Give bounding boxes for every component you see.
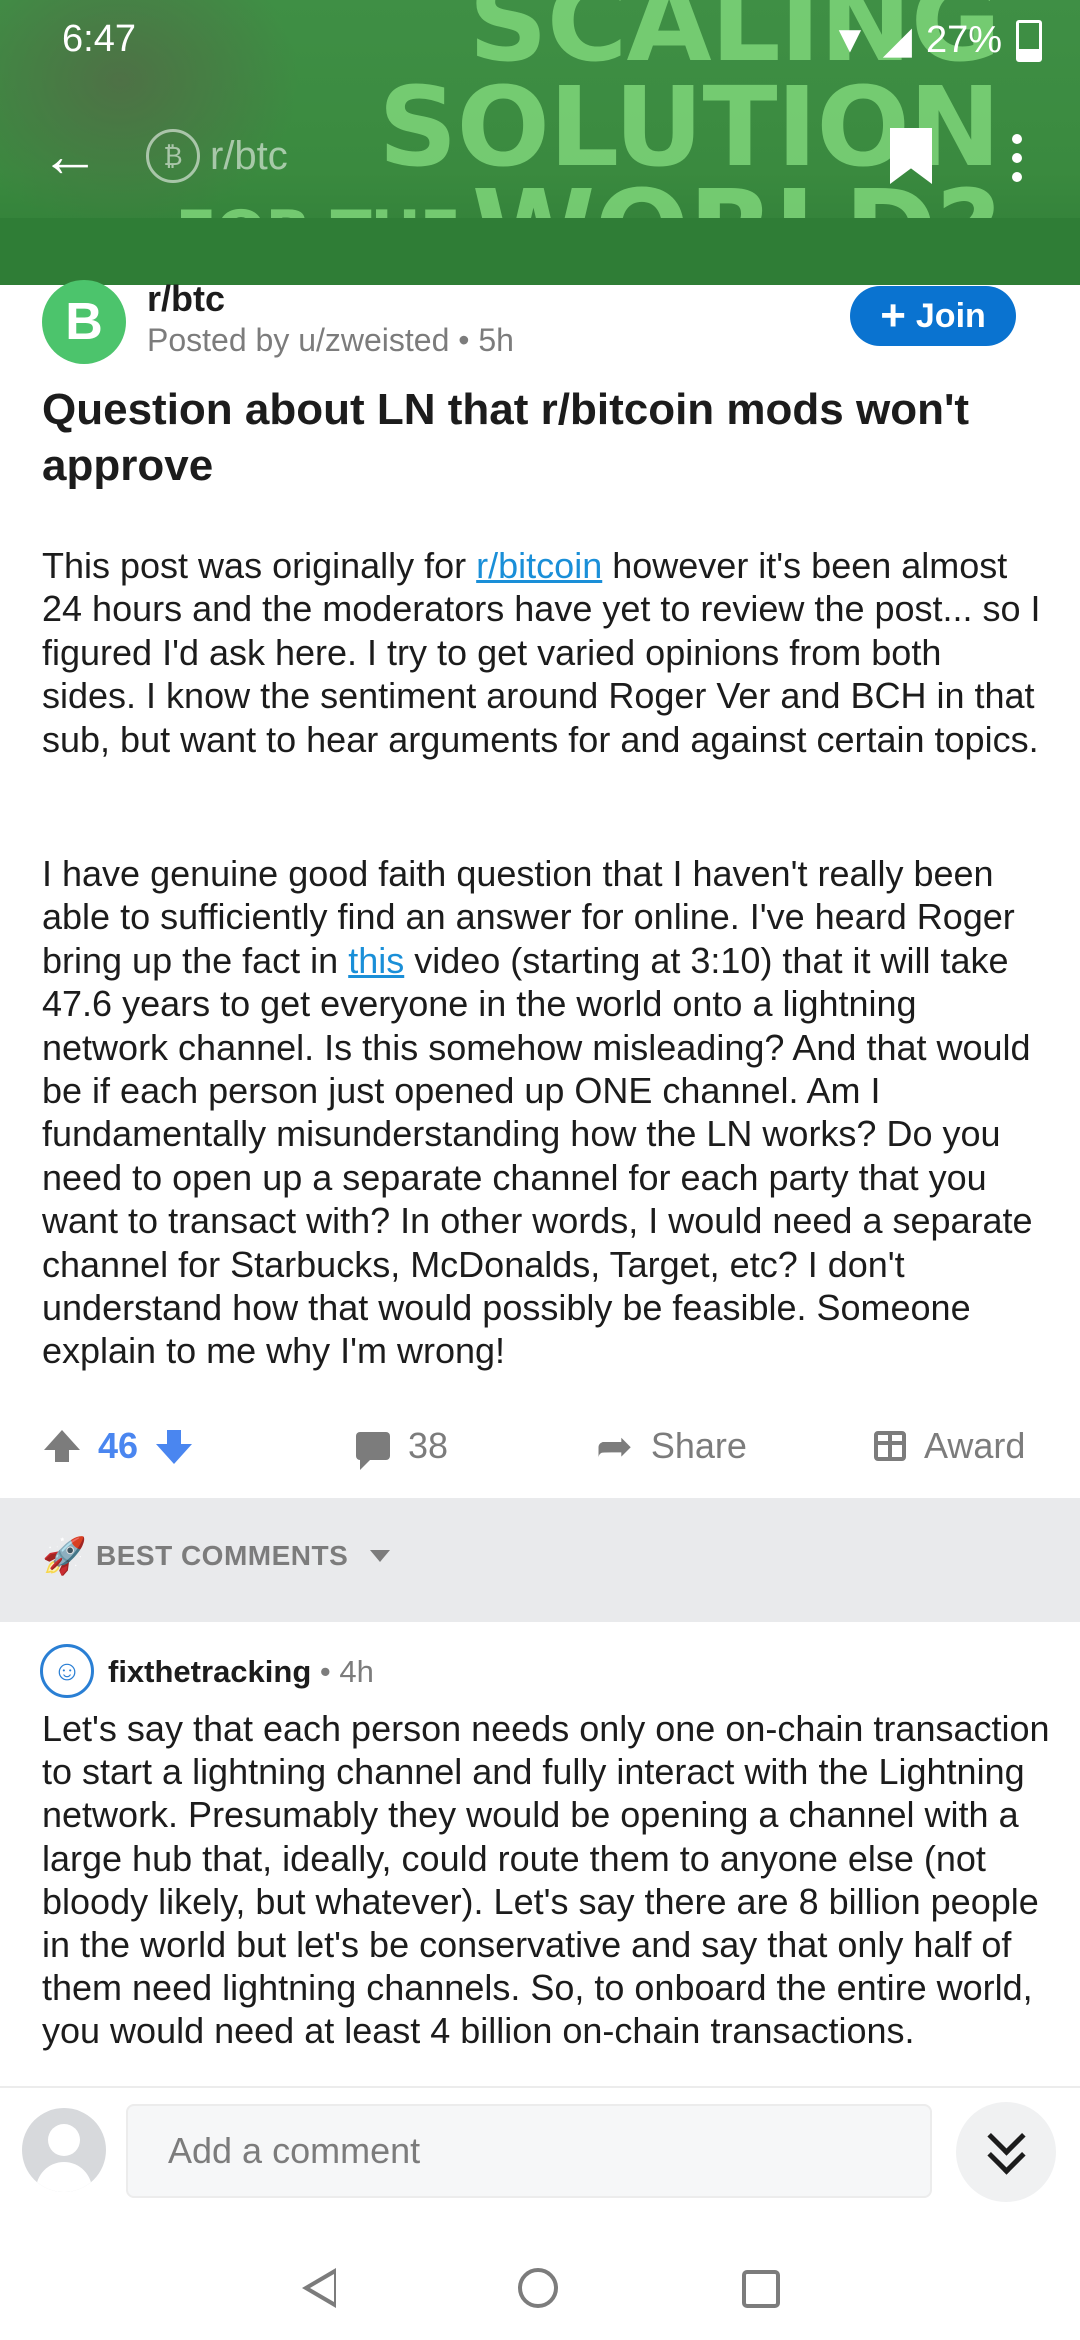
- top-app-bar: ← ₿ r/btc: [0, 110, 1080, 200]
- commenter-username[interactable]: fixthetracking: [108, 1654, 311, 1689]
- post-paragraph-1: This post was originally for r/bitcoin h…: [42, 544, 1042, 761]
- downvote-icon[interactable]: [156, 1430, 193, 1464]
- post-text: video (starting at 3:10) that it will ta…: [42, 939, 1033, 1372]
- bookmark-icon[interactable]: [890, 128, 932, 184]
- more-options-icon[interactable]: [1010, 130, 1024, 190]
- status-icons: ▼ ◢ 27%: [831, 18, 1042, 63]
- subreddit-avatar[interactable]: B: [42, 280, 126, 364]
- comment-icon: [356, 1432, 390, 1470]
- share-icon: ➦: [596, 1421, 633, 1471]
- comment-time: • 4h: [311, 1654, 374, 1689]
- sort-label: BEST COMMENTS: [96, 1540, 349, 1571]
- share-label: Share: [650, 1425, 747, 1466]
- comments-button[interactable]: 38: [356, 1418, 448, 1474]
- plus-icon: +: [880, 291, 906, 340]
- comment-header: fixthetracking • 4h: [108, 1654, 374, 1690]
- commenter-avatar[interactable]: ☺: [40, 1644, 94, 1698]
- comment-sort-bar: 🚀 BEST COMMENTS: [0, 1498, 1080, 1622]
- add-comment-input[interactable]: Add a comment: [126, 2104, 932, 2198]
- battery-percent: 27%: [925, 19, 1002, 61]
- award-label: Award: [924, 1425, 1026, 1466]
- wifi-icon: ▼: [831, 19, 869, 61]
- battery-icon: [1016, 19, 1042, 62]
- upvote-icon[interactable]: [44, 1430, 80, 1462]
- rocket-icon: 🚀: [42, 1535, 88, 1576]
- comment-count: 38: [408, 1425, 449, 1466]
- user-avatar: [22, 2108, 106, 2192]
- comment-body: Let's say that each person needs only on…: [42, 1708, 1050, 2052]
- signal-icon: ◢: [882, 20, 912, 62]
- post-subreddit[interactable]: r/btc: [147, 278, 225, 320]
- comment-composer: Add a comment: [0, 2086, 1080, 2228]
- header-subreddit-name: r/btc: [210, 133, 288, 178]
- nav-home-icon[interactable]: [518, 2268, 558, 2308]
- subreddit-link[interactable]: r/bitcoin: [476, 545, 602, 586]
- vote-group: 46: [44, 1418, 193, 1474]
- post-author-time[interactable]: Posted by u/zweisted • 5h: [147, 322, 514, 359]
- share-button[interactable]: ➦ Share: [596, 1418, 747, 1474]
- status-bar: 6:47 ▼ ◢ 27%: [0, 0, 1080, 80]
- vote-score: 46: [98, 1425, 139, 1466]
- award-button[interactable]: Award: [874, 1418, 1025, 1474]
- post-action-bar: 46 38 ➦ Share Award: [0, 1418, 1080, 1474]
- post-paragraph-2: I have genuine good faith question that …: [42, 852, 1042, 1373]
- status-time: 6:47: [62, 18, 136, 60]
- header-subreddit[interactable]: ₿ r/btc: [146, 128, 288, 184]
- banner-strip: [0, 218, 1080, 285]
- nav-back-icon[interactable]: [302, 2268, 336, 2308]
- sort-selector[interactable]: 🚀 BEST COMMENTS: [42, 1535, 391, 1576]
- bitcoin-cash-icon: ₿: [146, 129, 200, 183]
- join-button[interactable]: + Join: [850, 286, 1016, 346]
- system-nav-bar: [0, 2226, 1080, 2340]
- nav-recents-icon[interactable]: [742, 2270, 780, 2308]
- gift-icon: [874, 1431, 906, 1461]
- post-text: This post was originally for: [42, 545, 477, 586]
- chevron-down-icon: [370, 1550, 391, 1562]
- scroll-down-button[interactable]: [956, 2102, 1056, 2202]
- join-label: Join: [915, 296, 986, 335]
- back-arrow-icon[interactable]: ←: [40, 126, 110, 186]
- video-link[interactable]: this: [348, 940, 404, 981]
- post-title: Question about LN that r/bitcoin mods wo…: [42, 385, 970, 490]
